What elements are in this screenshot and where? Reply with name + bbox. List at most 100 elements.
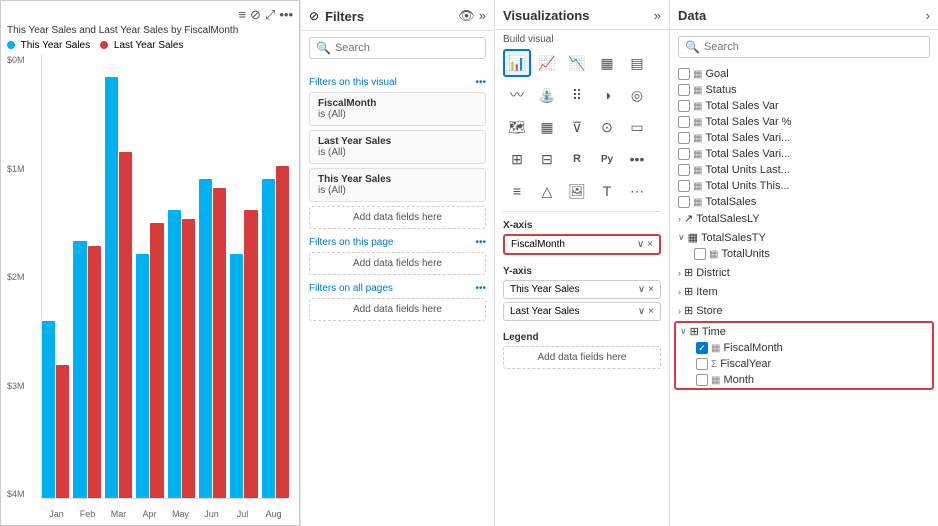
column-chart-icon[interactable]: ▦	[593, 49, 621, 77]
list-item[interactable]: ▦ Total Units This...	[674, 178, 934, 194]
ribbon-chart-icon[interactable]: 〰	[503, 81, 531, 109]
more-icon[interactable]: •••	[475, 283, 486, 294]
filter-this-year-sales[interactable]: This Year Sales is (All)	[309, 168, 486, 202]
checkbox[interactable]	[678, 164, 690, 176]
bar-chart-icon[interactable]: 📊	[503, 49, 531, 77]
bar-last-year[interactable]	[119, 152, 132, 498]
more-icon[interactable]: •••	[279, 7, 293, 23]
checkbox[interactable]	[678, 84, 690, 96]
checkbox[interactable]	[678, 116, 690, 128]
bar-last-year[interactable]	[213, 188, 226, 498]
checkbox[interactable]	[678, 132, 690, 144]
bar-last-year[interactable]	[150, 223, 163, 498]
y-axis-field-1[interactable]: This Year Sales ∨ ×	[503, 280, 661, 299]
menu-icon[interactable]: ≡	[238, 7, 246, 23]
close-icon[interactable]: ×	[648, 306, 654, 317]
list-item[interactable]: ▦ Goal	[674, 66, 934, 82]
slicer-icon[interactable]: ≡	[503, 177, 531, 205]
filter-fiscal-month[interactable]: FiscalMonth is (All)	[309, 92, 486, 126]
bar-this-year[interactable]	[105, 77, 118, 498]
list-item[interactable]: ▦ Status	[674, 82, 934, 98]
matrix-icon[interactable]: ⊟	[533, 145, 561, 173]
expand-icon[interactable]: »	[654, 8, 661, 23]
filters-search-box[interactable]: 🔍	[309, 37, 486, 59]
bar-this-year[interactable]	[199, 179, 212, 498]
checkbox[interactable]	[696, 358, 708, 370]
bar-last-year[interactable]	[88, 246, 101, 499]
list-item[interactable]: ▦ Total Sales Var %	[674, 114, 934, 130]
checkbox[interactable]	[678, 148, 690, 160]
line-chart-icon[interactable]: 📈	[533, 49, 561, 77]
checkbox[interactable]	[696, 374, 708, 386]
expand-icon[interactable]: »	[479, 8, 486, 24]
table-icon[interactable]: ⊞	[503, 145, 531, 173]
list-item[interactable]: ▦ Total Units Last...	[674, 162, 934, 178]
group-header[interactable]: ∨ ⊞ Time	[676, 323, 932, 340]
eye-icon[interactable]: 👁	[458, 8, 475, 24]
filters-search-input[interactable]	[335, 42, 479, 54]
legend-add-data[interactable]: Add data fields here	[503, 346, 661, 369]
add-data-visual[interactable]: Add data fields here	[309, 206, 486, 229]
list-item-fiscal-year[interactable]: Σ FiscalYear	[692, 356, 932, 372]
map-icon[interactable]: 🗺	[503, 113, 531, 141]
checkbox[interactable]	[678, 100, 690, 112]
data-search-box[interactable]: 🔍	[678, 36, 930, 58]
bar-last-year[interactable]	[276, 166, 289, 498]
chevron-down-icon[interactable]: ∨	[638, 284, 645, 295]
gauge-icon[interactable]: ⊙	[593, 113, 621, 141]
filter-last-year-sales[interactable]: Last Year Sales is (All)	[309, 130, 486, 164]
chevron-down-icon[interactable]: ∨	[638, 306, 645, 317]
treemap-icon[interactable]: ▦	[533, 113, 561, 141]
bar-last-year[interactable]	[182, 219, 195, 498]
more-icon[interactable]: •••	[475, 77, 486, 88]
expand-icon[interactable]: ›	[926, 8, 930, 23]
chevron-down-icon[interactable]: ∨	[637, 239, 644, 250]
bar-this-year[interactable]	[230, 254, 243, 498]
list-item[interactable]: ▦ Total Sales Vari...	[674, 146, 934, 162]
group-header[interactable]: › ⊞ Store	[674, 302, 934, 319]
stacked-bar-icon[interactable]: ▤	[623, 49, 651, 77]
image-icon[interactable]: 🖼	[563, 177, 591, 205]
list-item[interactable]: ▦ TotalSales	[674, 194, 934, 210]
group-header[interactable]: ∨ ▦ TotalSalesTY	[674, 229, 934, 246]
shape-icon[interactable]: △	[533, 177, 561, 205]
checkbox[interactable]	[678, 196, 690, 208]
bar-this-year[interactable]	[168, 210, 181, 498]
funnel-icon[interactable]: ⊽	[563, 113, 591, 141]
group-header[interactable]: › ⊞ District	[674, 264, 934, 281]
custom-icon[interactable]: ⋯	[623, 177, 651, 205]
bar-this-year[interactable]	[42, 321, 55, 498]
list-item-month[interactable]: ▦ Month	[692, 372, 932, 388]
pie-icon[interactable]: ◑	[593, 81, 621, 109]
card-icon[interactable]: ▭	[623, 113, 651, 141]
py-icon[interactable]: Py	[593, 145, 621, 173]
group-header[interactable]: › ⊞ Item	[674, 283, 934, 300]
list-item[interactable]: ▦ Total Sales Var	[674, 98, 934, 114]
bar-last-year[interactable]	[244, 210, 257, 498]
add-data-page[interactable]: Add data fields here	[309, 252, 486, 275]
area-chart-icon[interactable]: 📉	[563, 49, 591, 77]
group-header[interactable]: › ↗ TotalSalesLY	[674, 210, 934, 227]
r-icon[interactable]: R	[563, 145, 591, 173]
bar-this-year[interactable]	[73, 241, 86, 498]
more-visuals-icon[interactable]: •••	[623, 145, 651, 173]
filter-icon[interactable]: ⊘	[250, 7, 261, 23]
checkbox-checked[interactable]: ✓	[696, 342, 708, 354]
x-axis-field[interactable]: FiscalMonth ∨ ×	[503, 234, 661, 255]
checkbox[interactable]	[678, 68, 690, 80]
waterfall-icon[interactable]: ⛲	[533, 81, 561, 109]
donut-icon[interactable]: ◎	[623, 81, 651, 109]
checkbox[interactable]	[694, 248, 706, 260]
close-icon[interactable]: ×	[647, 239, 653, 250]
checkbox[interactable]	[678, 180, 690, 192]
text-icon[interactable]: T	[593, 177, 621, 205]
bar-this-year[interactable]	[262, 179, 275, 498]
focus-icon[interactable]: ⤢	[265, 7, 275, 23]
close-icon[interactable]: ×	[648, 284, 654, 295]
scatter-icon[interactable]: ⠿	[563, 81, 591, 109]
add-data-all[interactable]: Add data fields here	[309, 298, 486, 321]
list-item-fiscal-month[interactable]: ✓ ▦ FiscalMonth	[692, 340, 932, 356]
more-icon[interactable]: •••	[475, 237, 486, 248]
y-axis-field-2[interactable]: Last Year Sales ∨ ×	[503, 302, 661, 321]
bar-last-year[interactable]	[56, 365, 69, 498]
